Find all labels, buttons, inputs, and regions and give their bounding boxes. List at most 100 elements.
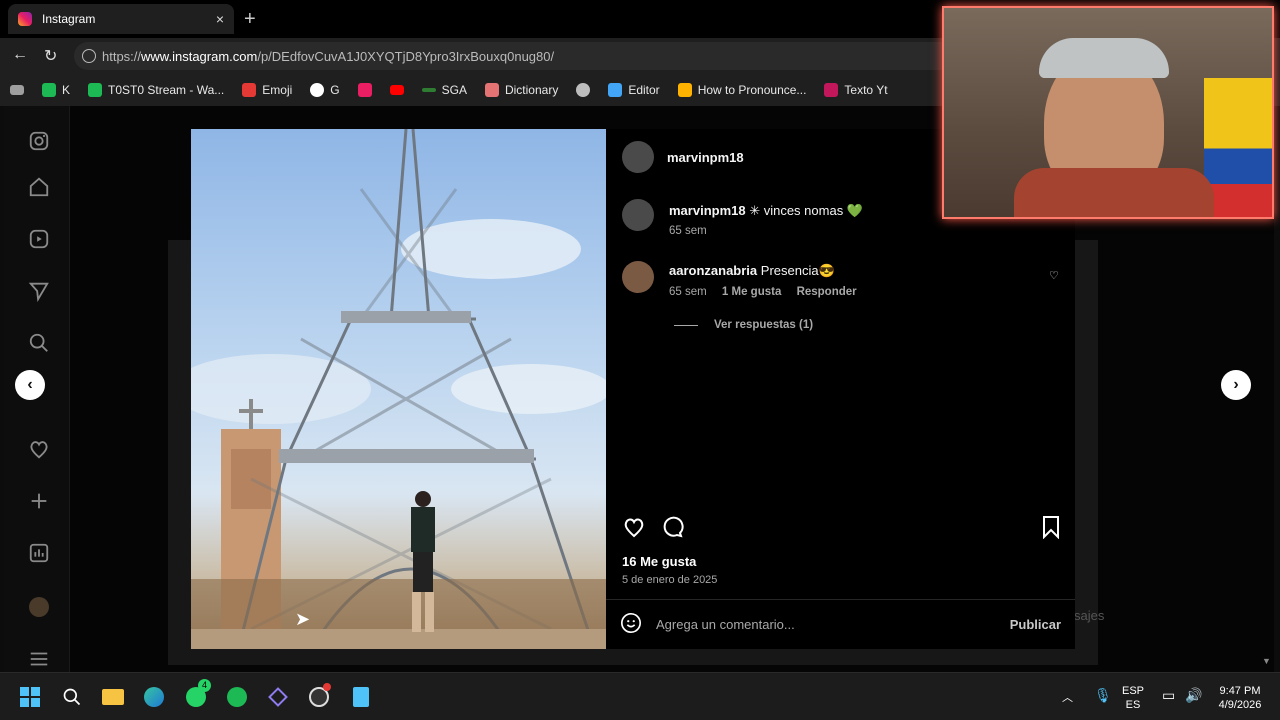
- caption-meta: 65 sem: [669, 225, 719, 237]
- back-arrow-icon[interactable]: ←: [12, 46, 28, 64]
- mouse-cursor-icon: ➤: [295, 609, 311, 629]
- search-icon[interactable]: [26, 330, 52, 356]
- background-messages-label: sajes: [1074, 608, 1105, 623]
- bookmark-emoji[interactable]: Emoji: [242, 83, 292, 97]
- post-author-username[interactable]: marvinpm18: [667, 150, 744, 165]
- new-tab-button[interactable]: +: [244, 8, 256, 31]
- clock-time: 9:47 PM: [1219, 685, 1261, 697]
- windows-start-icon[interactable]: [18, 685, 42, 709]
- url-path: /p/DEdfovCuvA1J0XYQTjD8Ypro3IrxBouxq0nug…: [257, 48, 555, 64]
- notepad-icon[interactable]: [349, 685, 373, 709]
- caption-time[interactable]: 65 sem: [669, 225, 707, 237]
- spotify-icon[interactable]: [225, 685, 249, 709]
- caption-avatar[interactable]: [622, 199, 654, 231]
- bookmark-texto-yt[interactable]: Texto Yt: [824, 83, 888, 97]
- clock-date: 4/9/2026: [1218, 699, 1262, 711]
- windows-taskbar: 4 ︿ 🎙 ESP ES ▭ 🔊 9:47 PM 4/9/2026: [0, 672, 1280, 720]
- author-avatar[interactable]: [622, 141, 654, 173]
- bookmark-tosto-stream[interactable]: T0ST0 Stream - Wa...: [88, 83, 224, 97]
- bookmark-youtube[interactable]: [389, 85, 404, 95]
- tab-close-icon[interactable]: ×: [216, 11, 224, 27]
- whatsapp-badge: 4: [198, 679, 211, 692]
- home-icon[interactable]: [26, 174, 52, 200]
- microphone-icon[interactable]: 🎙: [1094, 687, 1112, 704]
- whatsapp-icon[interactable]: 4: [184, 679, 211, 709]
- reels-icon[interactable]: [26, 226, 52, 252]
- comment-time[interactable]: 65 sem: [669, 286, 707, 298]
- tray-overflow-chevron-icon[interactable]: ︿: [1062, 689, 1073, 705]
- comment-text: Presencia😎: [757, 263, 835, 278]
- comment-line: aaronzanabria Presencia😎: [669, 263, 835, 279]
- notifications-heart-icon[interactable]: [26, 436, 52, 462]
- bookmark-instagram[interactable]: [357, 83, 372, 97]
- caption-username[interactable]: marvinpm18: [669, 203, 746, 218]
- bookmarks-menu-icon[interactable]: [10, 85, 24, 95]
- comment-username[interactable]: aaronzanabria: [669, 263, 757, 278]
- like-heart-icon[interactable]: [622, 515, 646, 544]
- language-indicator[interactable]: ESP ES: [1122, 684, 1144, 712]
- bookmark-how-to-pronounce[interactable]: How to Pronounce...: [677, 83, 806, 97]
- openai-icon: [576, 83, 591, 97]
- commenter-avatar[interactable]: [622, 261, 654, 293]
- lightning-icon: [242, 83, 257, 97]
- bookmark-google[interactable]: G: [310, 83, 340, 97]
- bookmark-sga[interactable]: SGA: [421, 83, 467, 97]
- direct-messages-icon[interactable]: [26, 278, 52, 304]
- comment-bubble-icon[interactable]: [660, 515, 684, 544]
- site-info-icon[interactable]: [82, 49, 96, 63]
- profile-avatar[interactable]: [26, 594, 52, 620]
- tab-title: Instagram: [42, 12, 96, 26]
- create-plus-icon[interactable]: [26, 488, 52, 514]
- webcam-overlay: [942, 6, 1274, 219]
- emoji-icon[interactable]: [620, 612, 642, 637]
- sga-icon: [421, 88, 436, 92]
- post-actions-bar: [622, 515, 1062, 543]
- scroll-down-arrow-icon[interactable]: ▼: [1262, 656, 1271, 666]
- dictionary-icon: [484, 83, 499, 97]
- bookmark-k[interactable]: K: [42, 83, 70, 97]
- tab-instagram[interactable]: Instagram ×: [8, 4, 234, 34]
- file-explorer-icon[interactable]: [101, 685, 125, 709]
- view-replies-label: Ver respuestas (1): [714, 319, 814, 331]
- streamer-shirt: [1014, 168, 1214, 217]
- replies-divider: [674, 324, 698, 326]
- likes-count[interactable]: 16 Me gusta: [622, 554, 696, 569]
- url-host: www.instagram.com: [141, 48, 258, 64]
- post-photo[interactable]: ➤: [191, 129, 606, 649]
- more-menu-icon[interactable]: [26, 646, 52, 672]
- app-diamond-icon[interactable]: [266, 685, 290, 709]
- language-top: ESP: [1122, 685, 1145, 697]
- bookmark-dictionary[interactable]: Dictionary: [484, 83, 558, 97]
- edge-browser-icon[interactable]: [142, 685, 166, 709]
- editor-icon: [608, 83, 623, 97]
- instagram-icon: [357, 83, 372, 97]
- bookmark-editor[interactable]: Editor: [608, 83, 660, 97]
- caption-line: marvinpm18 ✳ vinces nomas 💚: [669, 203, 863, 219]
- google-icon: [310, 83, 325, 97]
- bookmark-openai[interactable]: [576, 83, 591, 97]
- language-bottom: ES: [1125, 699, 1141, 711]
- post-date[interactable]: 5 de enero de 2025: [622, 574, 717, 586]
- clock[interactable]: 9:47 PM 4/9/2026: [1212, 684, 1268, 712]
- taskbar-search-icon[interactable]: [60, 685, 84, 709]
- network-icon[interactable]: ▭: [1162, 687, 1175, 704]
- youtube-icon: [389, 85, 404, 95]
- flag-backdrop: [1204, 78, 1272, 217]
- obs-icon[interactable]: [307, 683, 331, 709]
- comment-reply-button[interactable]: Responder: [797, 286, 857, 298]
- pronounce-icon: [677, 83, 692, 97]
- comment-like-heart-icon[interactable]: ♡: [1049, 269, 1059, 282]
- save-bookmark-icon[interactable]: [1040, 515, 1062, 544]
- previous-post-button[interactable]: ‹: [15, 370, 45, 400]
- comment-likes-count[interactable]: 1 Me gusta: [722, 286, 781, 298]
- next-post-button[interactable]: ›: [1221, 370, 1251, 400]
- view-replies-button[interactable]: Ver respuestas (1): [674, 319, 813, 331]
- instagram-logo-icon[interactable]: [26, 128, 52, 154]
- streamer-cap: [1039, 38, 1169, 78]
- comment-input[interactable]: Agrega un comentario...: [656, 617, 1010, 632]
- caption-text: ✳ vinces nomas 💚: [745, 203, 863, 218]
- dashboard-icon[interactable]: [26, 540, 52, 566]
- publish-button[interactable]: Publicar: [1010, 617, 1061, 632]
- reload-icon[interactable]: ↻: [44, 46, 57, 66]
- volume-icon[interactable]: 🔊: [1185, 687, 1202, 704]
